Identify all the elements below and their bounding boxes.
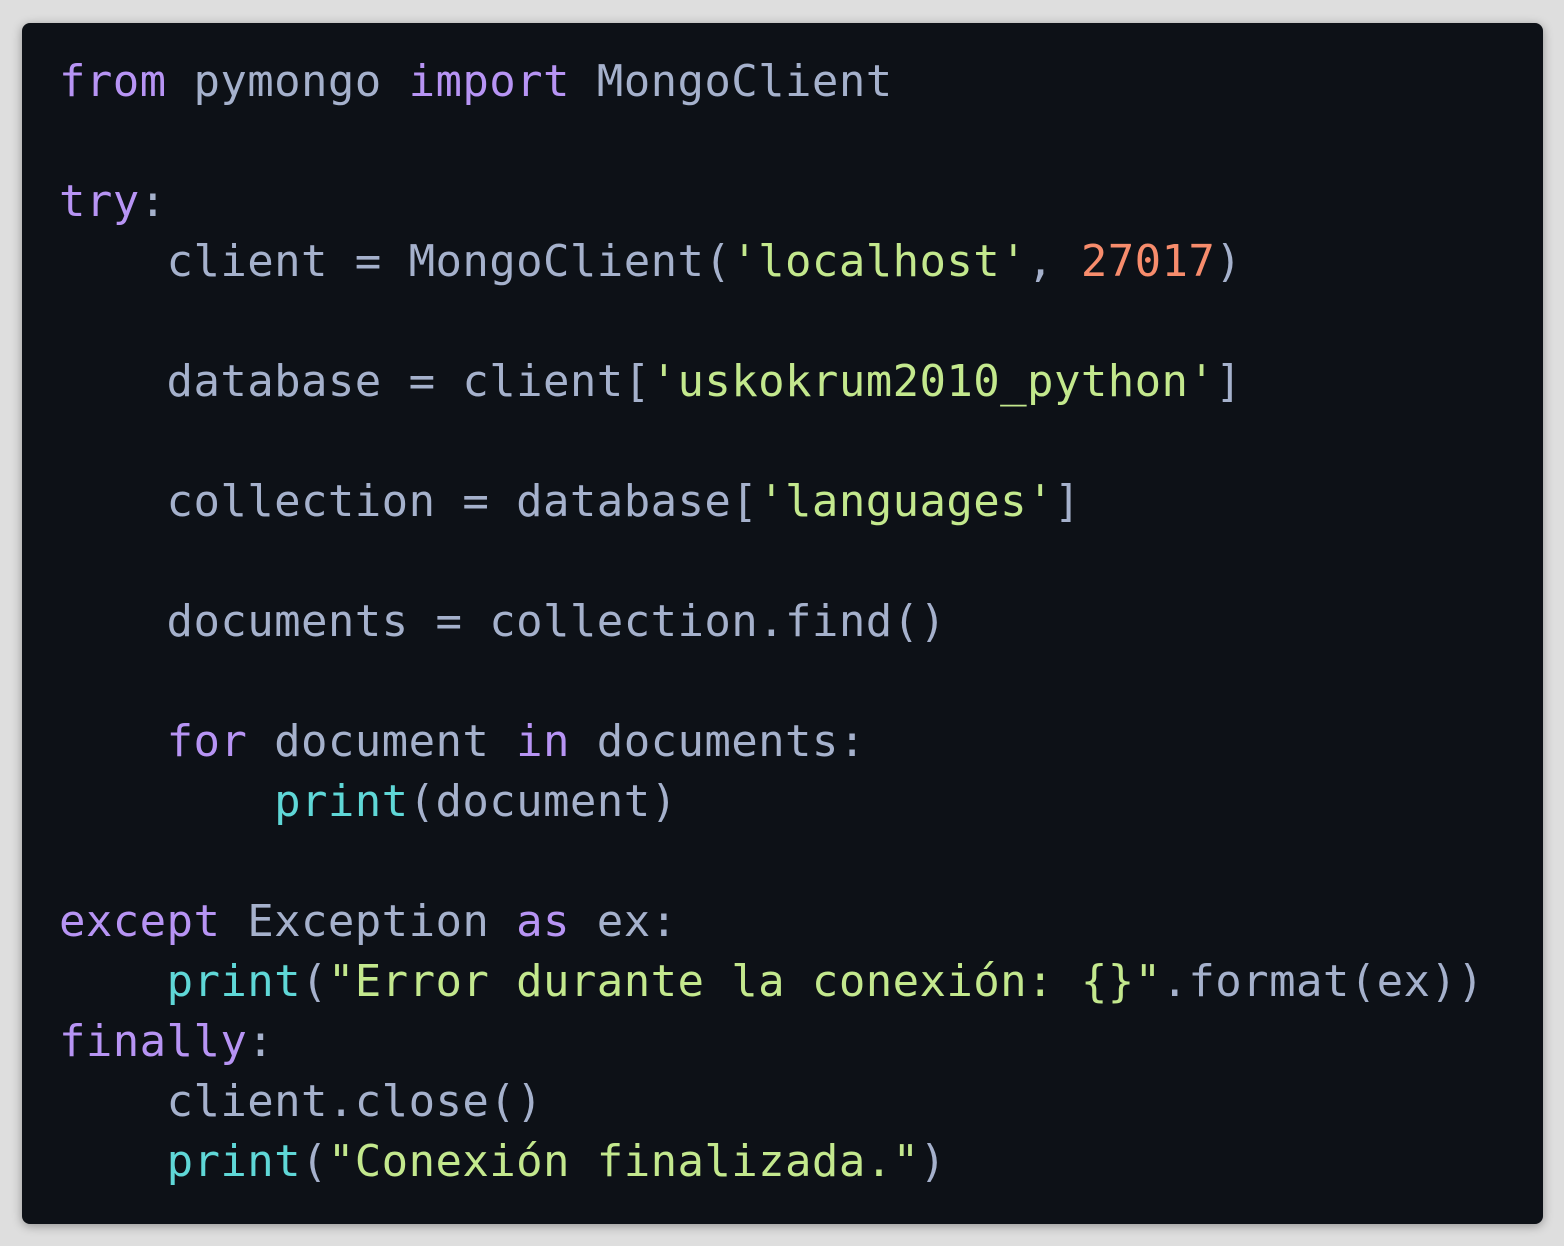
identifier-token (59, 1136, 167, 1187)
identifier-token: database = client[ (59, 356, 651, 407)
identifier-token: collection = database[ (59, 476, 759, 527)
code-line: except Exception as ex: (59, 892, 1484, 952)
keyword-token: from (59, 56, 167, 107)
identifier-token: documents = collection.find() (59, 596, 947, 647)
code-line: print("Conexión finalizada.") (59, 1132, 1484, 1192)
code-line: print("Error durante la conexión: {}".fo… (59, 952, 1484, 1012)
identifier-token: client.close() (59, 1076, 544, 1127)
keyword-token: for (166, 716, 248, 767)
string-literal: "Error durante la conexión: {}" (327, 956, 1162, 1007)
number-literal: 27017 (1080, 236, 1216, 287)
code-line: try: (59, 172, 1484, 232)
identifier-token: , (1027, 236, 1081, 287)
identifier-token (59, 716, 167, 767)
code-editor-window: from pymongo import MongoClient try: clie… (22, 23, 1543, 1224)
code-line: collection = database['languages'] (59, 472, 1484, 532)
blank-code-line (59, 532, 1484, 592)
identifier-token: ( (301, 956, 328, 1007)
keyword-token: try (59, 176, 140, 227)
code-line: documents = collection.find() (59, 592, 1484, 652)
keyword-token: finally (59, 1016, 248, 1067)
identifier-token: pymongo (166, 56, 409, 107)
builtin-function: print (274, 776, 409, 827)
identifier-token: documents: (569, 716, 866, 767)
code-block[interactable]: from pymongo import MongoClient try: clie… (59, 52, 1484, 1192)
keyword-token: in (516, 716, 570, 767)
string-literal: "Conexión finalizada." (327, 1136, 920, 1187)
identifier-token: client = MongoClient( (59, 236, 732, 287)
identifier-token: : (247, 1016, 275, 1067)
keyword-token: as (516, 896, 570, 947)
identifier-token: : (139, 176, 167, 227)
code-line: database = client['uskokrum2010_python'] (59, 352, 1484, 412)
code-line: for document in documents: (59, 712, 1484, 772)
string-literal: 'languages' (758, 476, 1054, 527)
identifier-token: ] (1215, 356, 1243, 407)
identifier-token: ) (1215, 236, 1243, 287)
blank-code-line (59, 412, 1484, 472)
string-literal: 'localhost' (731, 236, 1028, 287)
builtin-function: print (166, 1136, 302, 1187)
code-line: from pymongo import MongoClient (59, 52, 1484, 112)
identifier-token (59, 776, 274, 827)
identifier-token: document (247, 716, 517, 767)
blank-code-line (59, 292, 1484, 352)
blank-code-line (59, 112, 1484, 172)
code-line: finally: (59, 1012, 1484, 1072)
identifier-token: ] (1053, 476, 1081, 527)
identifier-token: ( (301, 1136, 328, 1187)
code-line: client = MongoClient('localhost', 27017) (59, 232, 1484, 292)
identifier-token: ex: (569, 896, 678, 947)
keyword-token: import (408, 56, 570, 107)
code-line: print(document) (59, 772, 1484, 832)
blank-code-line (59, 652, 1484, 712)
code-line: client.close() (59, 1072, 1484, 1132)
identifier-token (59, 956, 167, 1007)
builtin-function: print (166, 956, 302, 1007)
identifier-token: MongoClient (569, 56, 893, 107)
identifier-token: Exception (220, 896, 517, 947)
blank-code-line (59, 832, 1484, 892)
identifier-token: .format(ex)) (1161, 956, 1485, 1007)
keyword-token: except (59, 896, 221, 947)
string-literal: 'uskokrum2010_python' (650, 356, 1216, 407)
identifier-token: ) (919, 1136, 947, 1187)
identifier-token: (document) (408, 776, 678, 827)
